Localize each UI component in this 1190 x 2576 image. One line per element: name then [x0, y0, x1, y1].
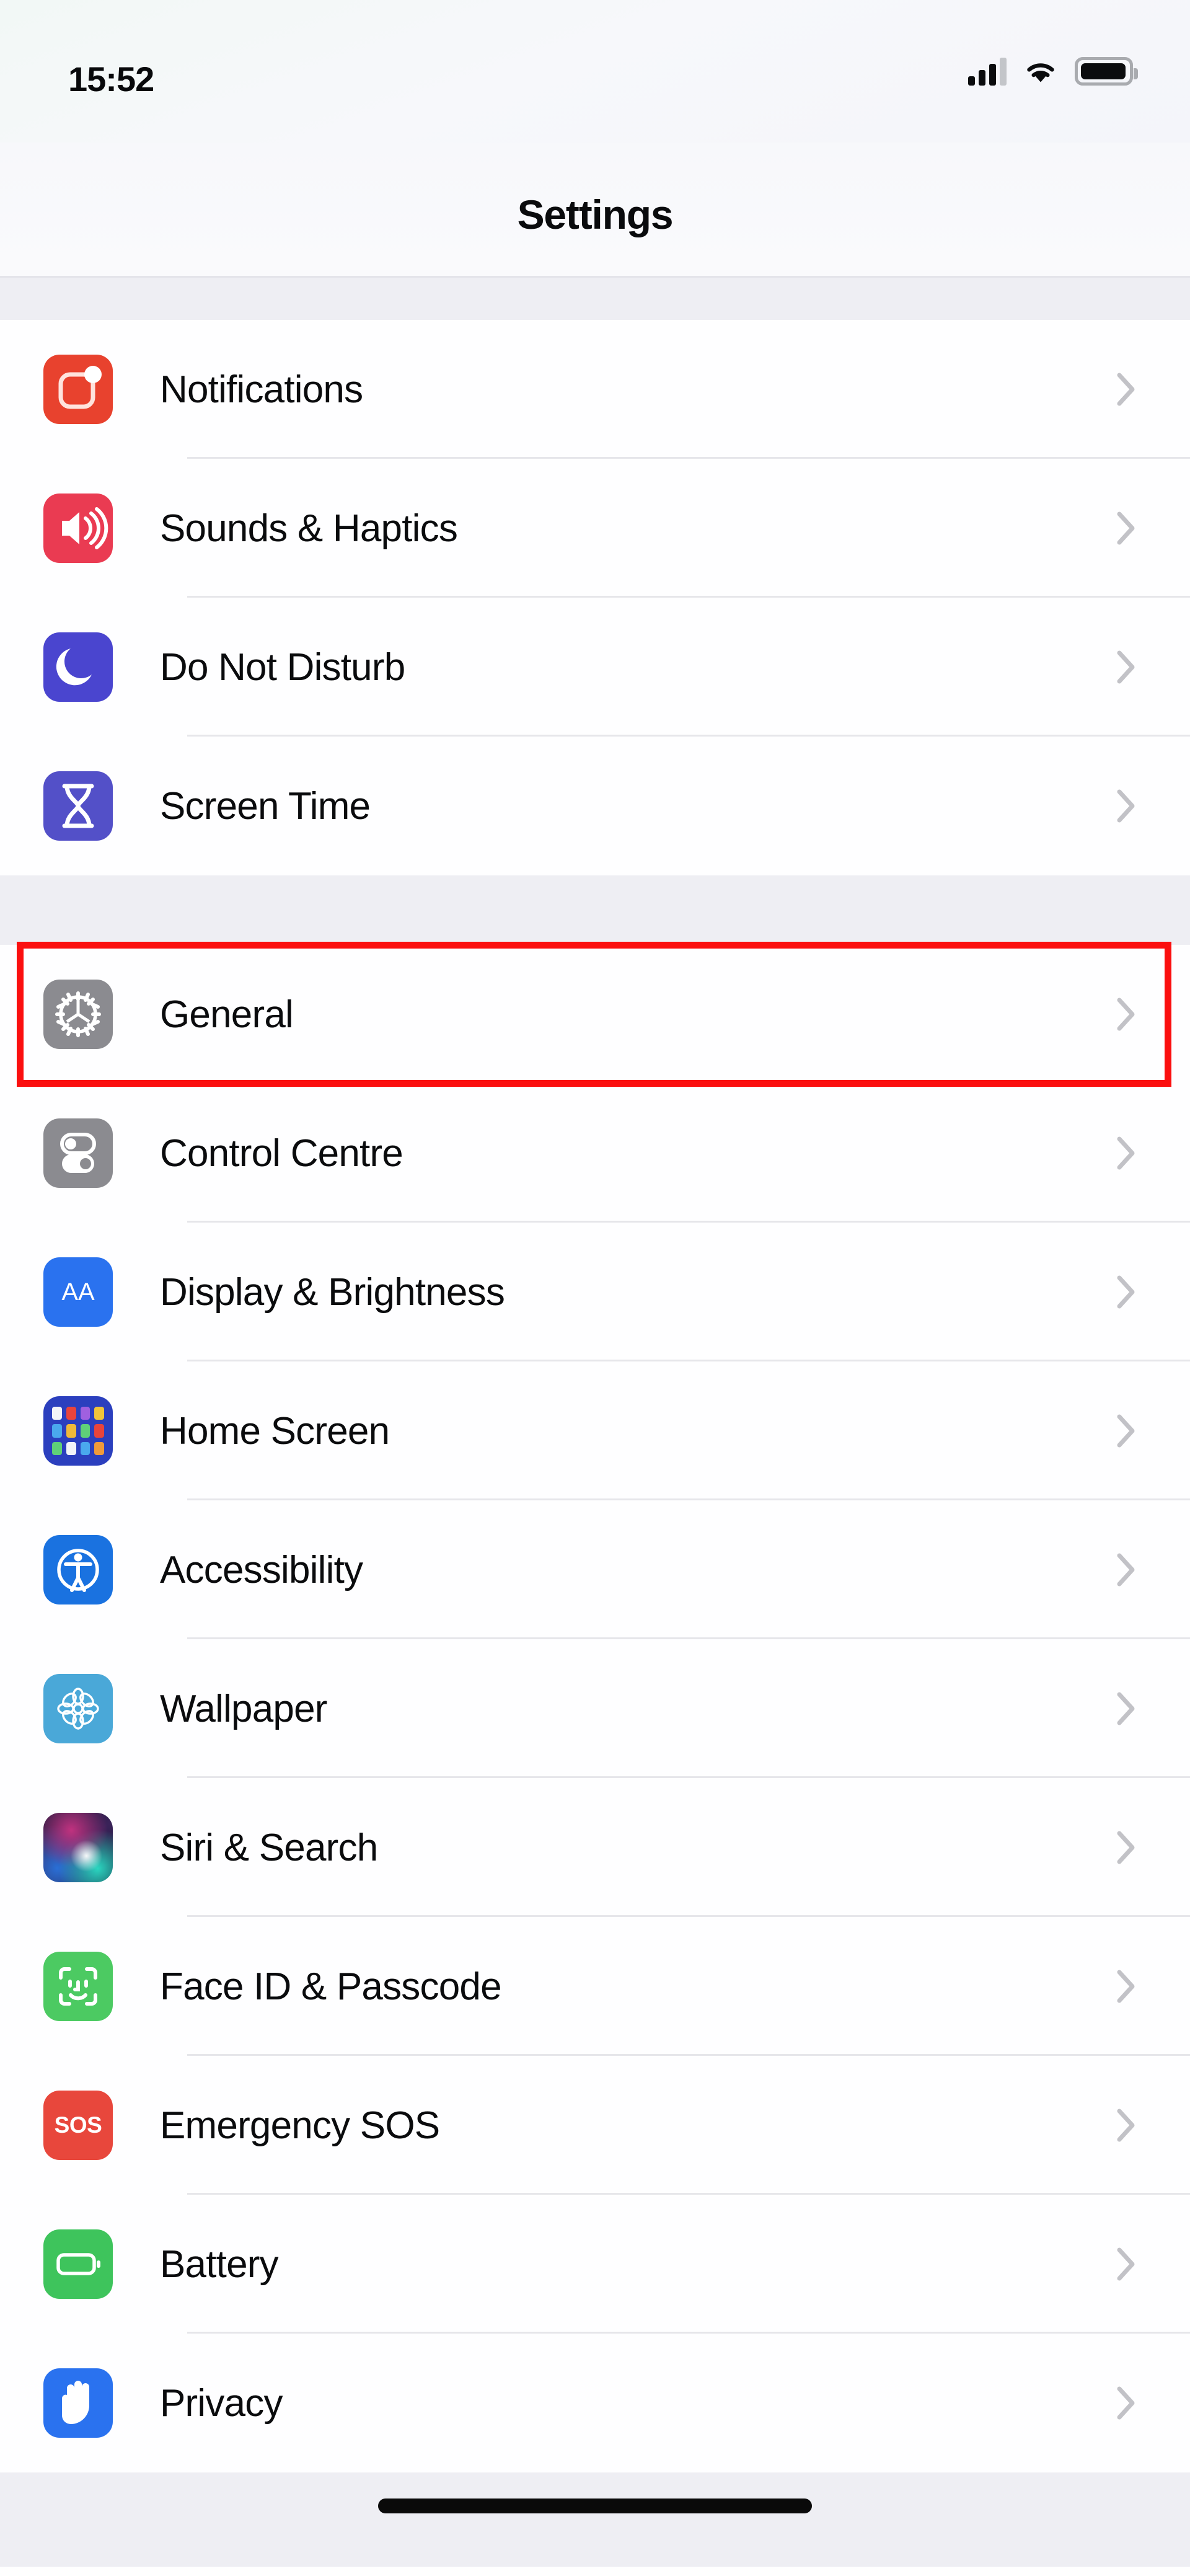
status-bar-icons [968, 57, 1138, 86]
chevron-right-icon [1117, 789, 1135, 823]
settings-row-sounds-haptics[interactable]: Sounds & Haptics [0, 459, 1190, 598]
screen-time-icon [43, 771, 113, 841]
chevron-right-icon [1117, 1552, 1135, 1587]
gear-icon [43, 980, 113, 1049]
sos-glyph-label: SOS [54, 2112, 102, 2138]
settings-row-battery[interactable]: Battery [0, 2195, 1190, 2334]
settings-row-label: Display & Brightness [160, 1270, 505, 1314]
page-title: Settings [517, 192, 674, 237]
chevron-right-icon [1117, 2108, 1135, 2143]
do-not-disturb-icon [43, 632, 113, 702]
home-screen-icon [43, 1396, 113, 1466]
home-indicator-area [0, 2472, 1190, 2567]
chevron-right-icon [1117, 1830, 1135, 1865]
settings-row-label: Face ID & Passcode [160, 1965, 502, 2008]
settings-row-label: Notifications [160, 368, 363, 411]
chevron-right-icon [1117, 1414, 1135, 1448]
settings-row-display-brightness[interactable]: AA Display & Brightness [0, 1223, 1190, 1361]
battery-settings-icon [43, 2229, 113, 2299]
chevron-right-icon [1117, 2386, 1135, 2420]
section-gap-middle [0, 875, 1190, 945]
chevron-right-icon [1117, 650, 1135, 684]
settings-row-label: Sounds & Haptics [160, 507, 458, 550]
settings-group-2: General Control Centre AA Display & Brig… [0, 942, 1190, 2472]
settings-row-notifications[interactable]: Notifications [0, 320, 1190, 459]
settings-row-label: Screen Time [160, 784, 371, 828]
settings-row-wallpaper[interactable]: Wallpaper [0, 1639, 1190, 1778]
control-centre-icon [43, 1118, 113, 1188]
settings-row-control-centre[interactable]: Control Centre [0, 1084, 1190, 1223]
settings-row-home-screen[interactable]: Home Screen [0, 1361, 1190, 1500]
settings-row-face-id-passcode[interactable]: Face ID & Passcode [0, 1917, 1190, 2056]
settings-row-screen-time[interactable]: Screen Time [0, 737, 1190, 875]
chevron-right-icon [1117, 372, 1135, 407]
settings-row-siri-search[interactable]: Siri & Search [0, 1778, 1190, 1917]
settings-row-label: Battery [160, 2242, 279, 2286]
settings-row-label: Control Centre [160, 1131, 403, 1175]
settings-row-general[interactable]: General [0, 945, 1190, 1084]
siri-icon [43, 1813, 113, 1882]
sounds-haptics-icon [43, 494, 113, 563]
settings-row-label: General [160, 993, 294, 1036]
navigation-bar: Settings [0, 143, 1190, 278]
settings-row-privacy[interactable]: Privacy [0, 2334, 1190, 2472]
settings-row-label: Accessibility [160, 1548, 363, 1591]
chevron-right-icon [1117, 2247, 1135, 2282]
wallpaper-icon [43, 1674, 113, 1743]
battery-icon [1075, 57, 1138, 86]
sos-icon: SOS [43, 2091, 113, 2160]
chevron-right-icon [1117, 1275, 1135, 1309]
home-indicator-bar[interactable] [378, 2499, 812, 2513]
status-bar-time: 15:52 [68, 60, 154, 99]
settings-row-emergency-sos[interactable]: SOS Emergency SOS [0, 2056, 1190, 2195]
wifi-icon [1023, 57, 1059, 86]
section-gap-top [0, 278, 1190, 320]
chevron-right-icon [1117, 511, 1135, 546]
display-brightness-icon: AA [43, 1257, 113, 1327]
chevron-right-icon [1117, 1691, 1135, 1726]
accessibility-icon [43, 1535, 113, 1604]
iphone-settings-screen: 15:52 Settings Notifications Sounds & Ha… [0, 0, 1190, 2576]
settings-row-label: Emergency SOS [160, 2104, 440, 2147]
settings-row-accessibility[interactable]: Accessibility [0, 1500, 1190, 1639]
settings-row-label: Home Screen [160, 1409, 390, 1453]
privacy-hand-icon [43, 2368, 113, 2438]
aa-glyph-label: AA [61, 1278, 95, 1306]
settings-group-1: Notifications Sounds & Haptics Do Not Di… [0, 320, 1190, 875]
cellular-signal-icon [968, 57, 1007, 86]
settings-row-label: Wallpaper [160, 1687, 327, 1730]
notifications-icon [43, 355, 113, 424]
settings-row-label: Privacy [160, 2381, 283, 2425]
chevron-right-icon [1117, 1136, 1135, 1171]
face-id-icon [43, 1952, 113, 2021]
chevron-right-icon [1117, 997, 1135, 1032]
settings-row-label: Do Not Disturb [160, 645, 405, 689]
settings-row-label: Siri & Search [160, 1826, 378, 1869]
status-bar: 15:52 [0, 0, 1190, 143]
settings-row-do-not-disturb[interactable]: Do Not Disturb [0, 598, 1190, 737]
chevron-right-icon [1117, 1969, 1135, 2004]
